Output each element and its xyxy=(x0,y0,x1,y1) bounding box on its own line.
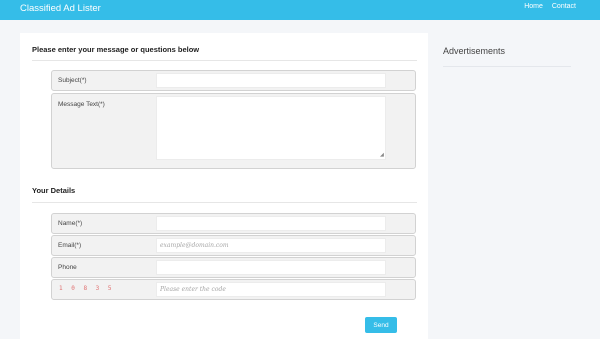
captcha-input[interactable] xyxy=(156,282,386,297)
email-label: Email(*) xyxy=(58,242,82,249)
email-input[interactable] xyxy=(156,238,386,253)
sidebar-title: Advertisements xyxy=(443,46,506,56)
send-button[interactable]: Send xyxy=(365,317,397,333)
email-row: Email(*) xyxy=(51,235,416,256)
resize-grip-icon[interactable]: ◢ xyxy=(380,152,384,158)
brand-title[interactable]: Classified Ad Lister xyxy=(20,3,101,14)
phone-label: Phone xyxy=(58,264,77,271)
name-input[interactable] xyxy=(156,216,386,231)
details-section-title: Your Details xyxy=(32,186,76,195)
nav-contact-link[interactable]: Contact xyxy=(552,3,576,10)
top-navbar: Classified Ad Lister Home Contact xyxy=(0,0,600,20)
message-textarea[interactable] xyxy=(156,96,386,160)
captcha-row: 1 0 8 3 5 xyxy=(51,279,416,300)
nav-links: Home Contact xyxy=(524,3,576,10)
details-section-divider xyxy=(32,202,417,203)
phone-row: Phone xyxy=(51,257,416,278)
subject-row: Subject(*) xyxy=(51,70,416,91)
message-section-title: Please enter your message or questions b… xyxy=(32,45,200,54)
contact-form-card: Please enter your message or questions b… xyxy=(20,33,428,339)
subject-label: Subject(*) xyxy=(58,77,87,84)
captcha-image: 1 0 8 3 5 xyxy=(59,285,115,292)
message-section-divider xyxy=(32,60,417,61)
message-row: Message Text(*) ◢ xyxy=(51,93,416,169)
message-label: Message Text(*) xyxy=(58,101,105,108)
subject-input[interactable] xyxy=(156,73,386,88)
nav-home-link[interactable]: Home xyxy=(524,3,543,10)
phone-input[interactable] xyxy=(156,260,386,275)
name-row: Name(*) xyxy=(51,213,416,234)
name-label: Name(*) xyxy=(58,220,83,227)
sidebar-divider xyxy=(443,66,571,67)
